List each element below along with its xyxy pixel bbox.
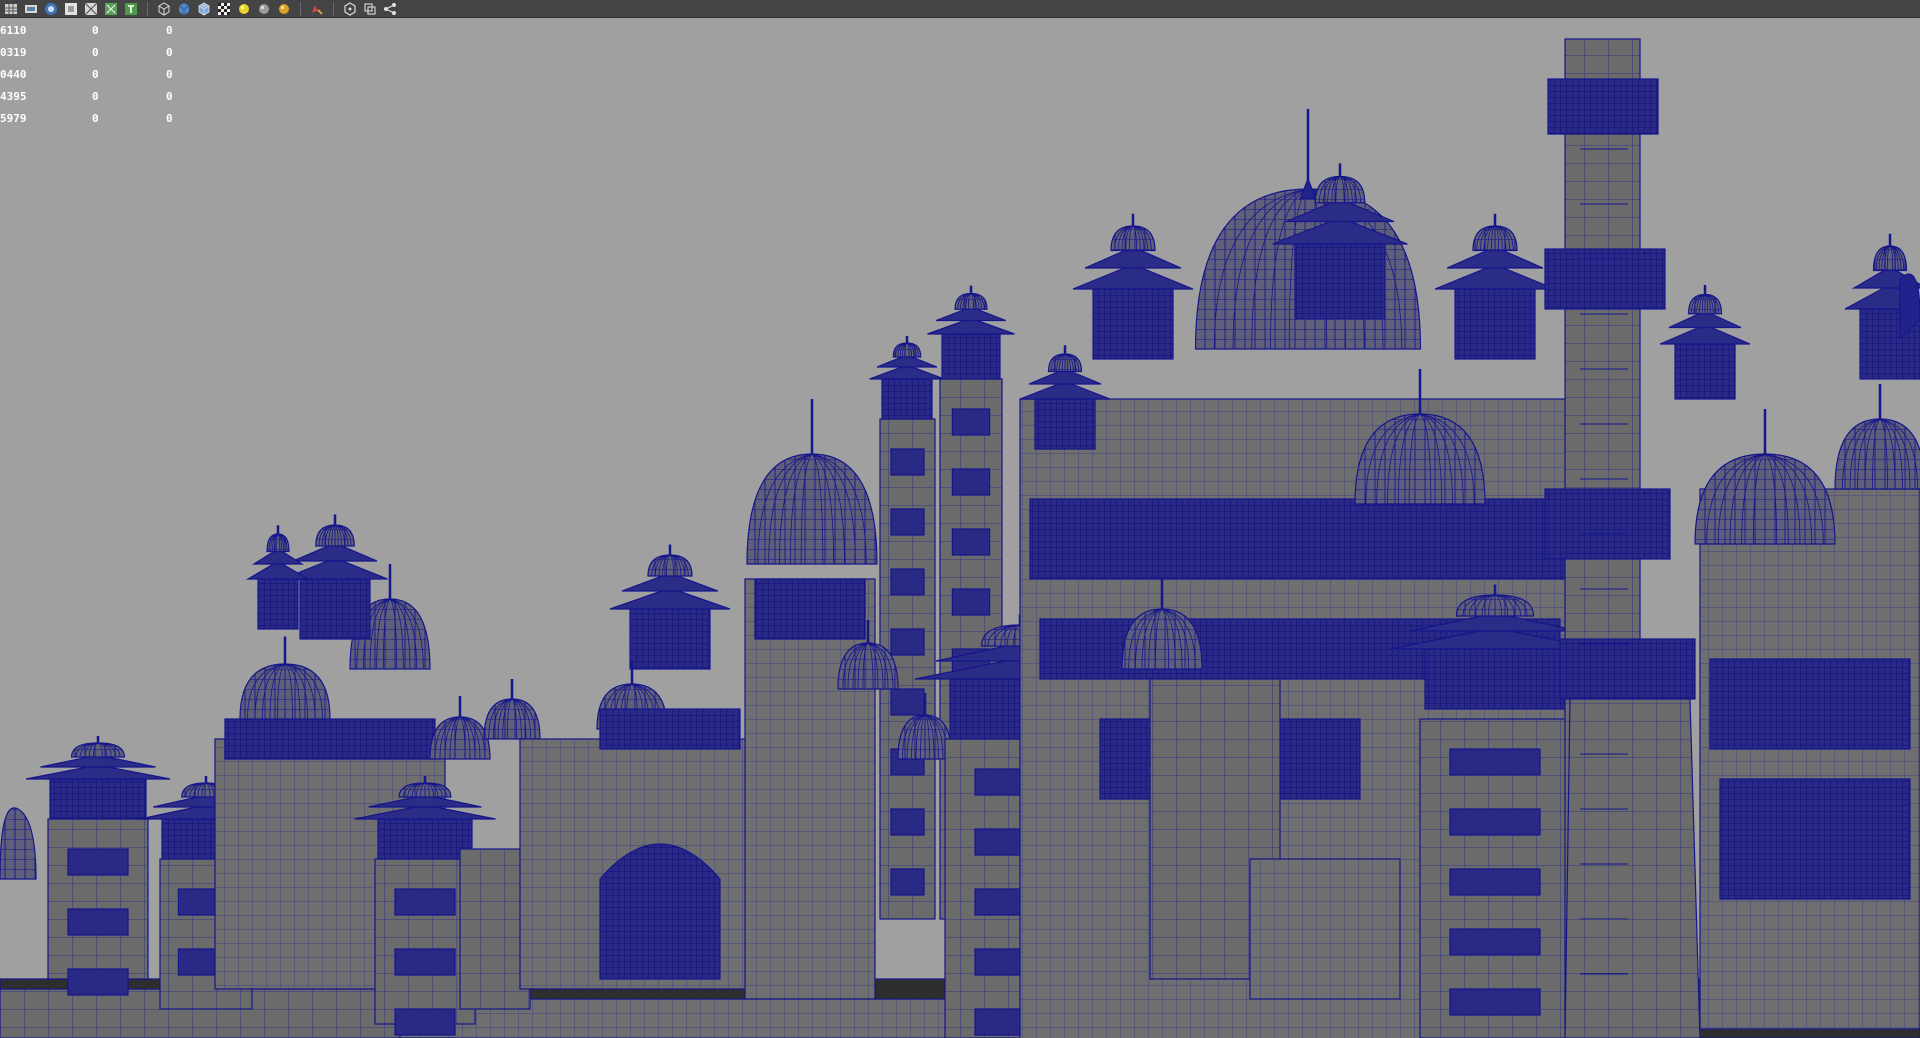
dome xyxy=(0,807,37,880)
dome xyxy=(429,716,491,760)
tower-window xyxy=(890,628,925,656)
tower-window xyxy=(1449,808,1541,836)
pavilion xyxy=(629,608,711,670)
central-tower xyxy=(744,578,876,1000)
tower-window xyxy=(1449,868,1541,896)
dome xyxy=(239,663,331,720)
dome xyxy=(483,698,541,740)
pavilion xyxy=(1034,398,1096,450)
field-chart-icon[interactable] xyxy=(82,1,100,17)
pavilion xyxy=(941,333,1001,380)
pavilion-dome xyxy=(892,342,922,358)
toolbar-separator xyxy=(333,1,334,16)
3d-viewport[interactable] xyxy=(0,19,1920,1038)
arcade xyxy=(1029,498,1571,580)
pavilion-dome xyxy=(1047,353,1083,373)
tower-window xyxy=(394,1008,456,1036)
xray-icon[interactable] xyxy=(341,1,359,17)
textured-icon[interactable] xyxy=(215,1,233,17)
pavilion-dome xyxy=(1110,225,1156,252)
tower-window xyxy=(890,448,925,476)
default-light-icon[interactable] xyxy=(235,1,253,17)
pavilion-dome xyxy=(1314,175,1366,204)
film-gate-icon[interactable] xyxy=(22,1,40,17)
share-icon[interactable] xyxy=(381,1,399,17)
pavilion xyxy=(377,818,473,860)
tower-window xyxy=(1449,988,1541,1016)
pavilion xyxy=(1424,648,1566,710)
tower-window xyxy=(890,568,925,596)
tower-window xyxy=(1449,748,1541,776)
tower-window xyxy=(394,888,456,916)
pavilion xyxy=(1294,243,1386,320)
tower-window xyxy=(67,848,129,876)
tower-window xyxy=(890,868,925,896)
xray-joints-icon[interactable] xyxy=(361,1,379,17)
pavilion xyxy=(257,578,299,630)
tower-window xyxy=(951,528,991,556)
drum xyxy=(754,578,866,640)
viewport-toolbar xyxy=(0,0,1920,18)
safe-title-icon[interactable] xyxy=(122,1,140,17)
tower xyxy=(47,818,149,980)
palace-model-wireframe xyxy=(0,38,1920,1038)
tower-window xyxy=(67,908,129,936)
pavilion xyxy=(1092,288,1174,360)
balcony xyxy=(599,708,741,750)
safe-action-icon[interactable] xyxy=(102,1,120,17)
pavilion xyxy=(49,778,147,820)
pavilion-dome xyxy=(266,533,290,553)
resolution-gate-icon[interactable] xyxy=(42,1,60,17)
balcony xyxy=(224,718,436,760)
pedestal xyxy=(1249,858,1401,1000)
right-wing xyxy=(1699,488,1920,1030)
wireframe-on-shaded-icon[interactable] xyxy=(195,1,213,17)
pavilion-dome xyxy=(1687,293,1723,315)
arcade xyxy=(1709,658,1911,750)
pavilion-dome xyxy=(954,292,988,310)
arcade xyxy=(1719,778,1911,900)
pavilion xyxy=(881,378,933,420)
pavilion-dome xyxy=(315,524,355,547)
pavilion-dome xyxy=(647,554,693,577)
tower-window xyxy=(67,968,129,996)
pavilion-dome xyxy=(70,742,126,758)
minaret-gallery xyxy=(1547,78,1659,135)
minaret-gallery xyxy=(1544,488,1671,560)
toolbar-separator xyxy=(147,1,148,16)
all-lights-icon[interactable] xyxy=(255,1,273,17)
dome xyxy=(1834,418,1920,490)
tower-window xyxy=(1449,928,1541,956)
smooth-shade-icon[interactable] xyxy=(175,1,193,17)
pavilion xyxy=(1674,343,1736,400)
tower-window xyxy=(951,408,991,436)
large-dome xyxy=(746,453,878,565)
gate-arch xyxy=(599,843,721,980)
pavilion xyxy=(299,578,371,640)
tower-window xyxy=(394,948,456,976)
isolate-select-icon[interactable] xyxy=(308,1,326,17)
minaret-gallery xyxy=(1559,638,1696,700)
tower-window xyxy=(951,468,991,496)
pavilion-dome xyxy=(1472,225,1518,252)
gate-mask-icon[interactable] xyxy=(62,1,80,17)
dome xyxy=(1694,453,1836,545)
toolbar-separator xyxy=(300,1,301,16)
tower-window xyxy=(890,808,925,836)
tower-window xyxy=(890,508,925,536)
tower-window xyxy=(890,688,925,716)
minaret-gallery xyxy=(1544,248,1666,310)
grid-icon[interactable] xyxy=(2,1,20,17)
minaret-base xyxy=(1564,698,1701,1038)
tower-window xyxy=(951,588,991,616)
shadows-icon[interactable] xyxy=(275,1,293,17)
wireframe-cube-icon[interactable] xyxy=(155,1,173,17)
pavilion xyxy=(1454,288,1536,360)
pavilion-dome xyxy=(1872,245,1908,272)
